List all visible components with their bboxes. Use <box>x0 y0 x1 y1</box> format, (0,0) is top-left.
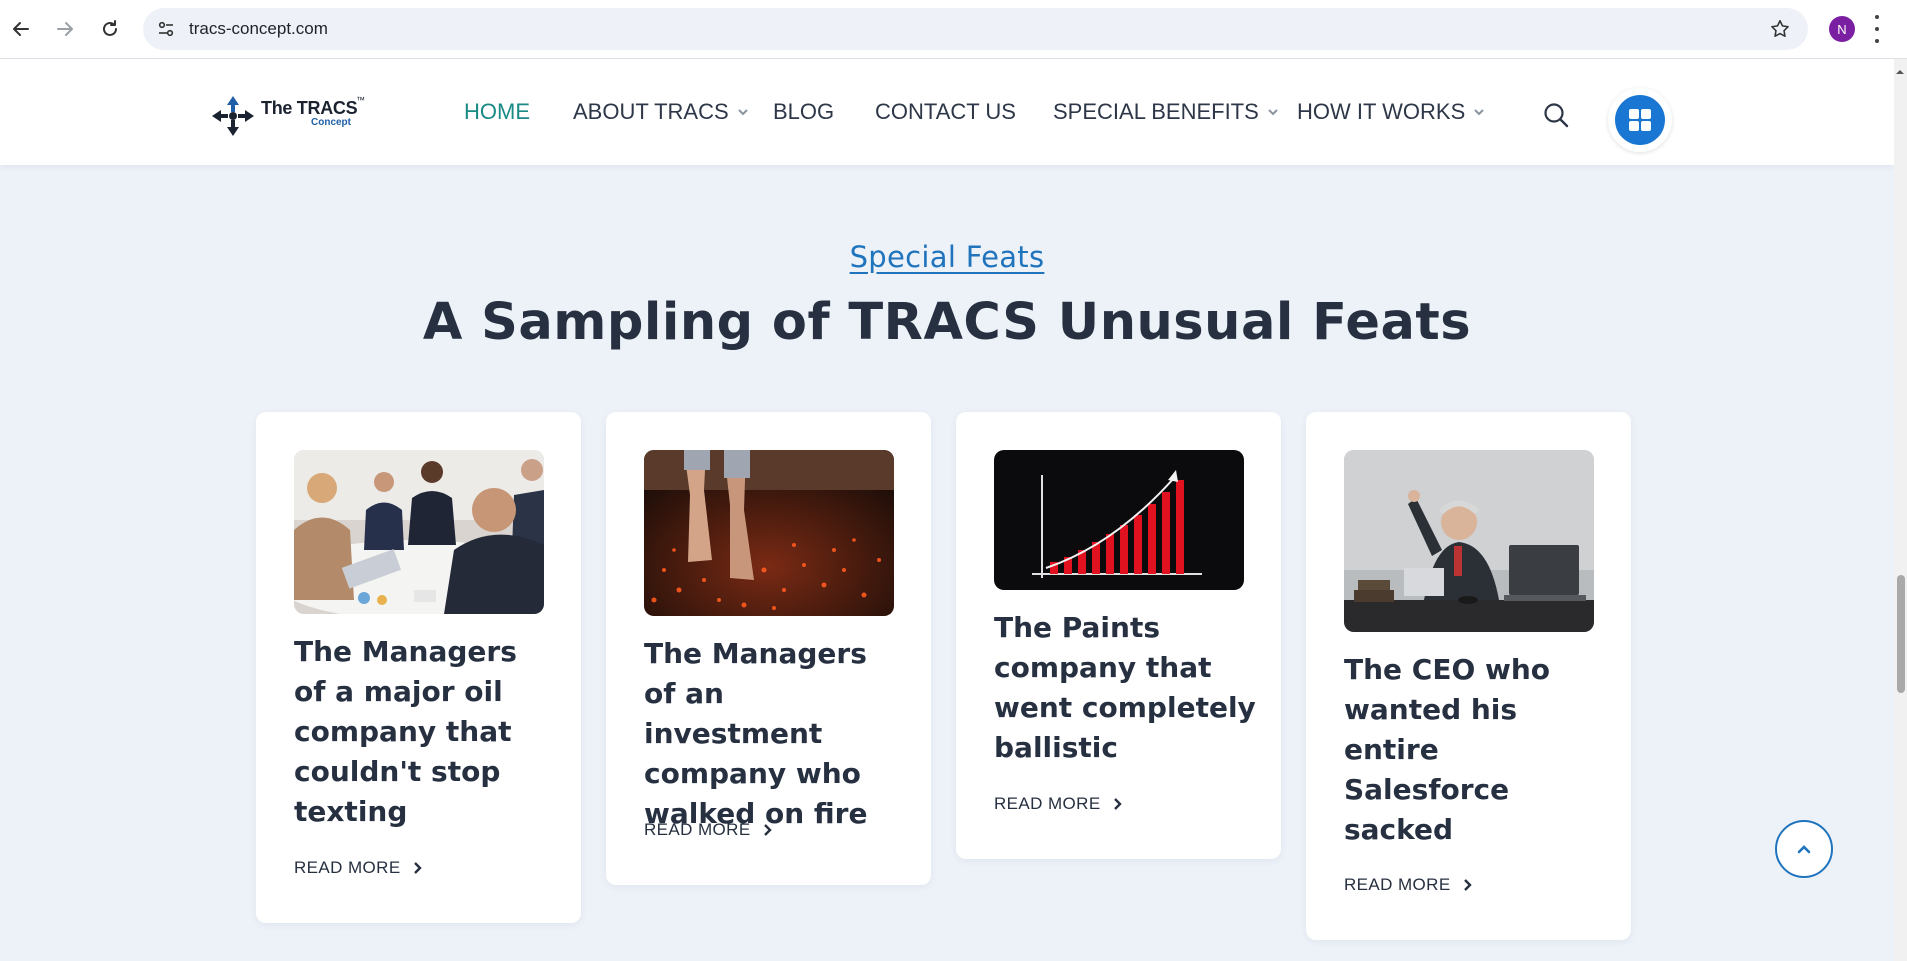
card-title-line: of a major oil <box>294 675 503 708</box>
card-title-line: couldn't stop <box>294 755 501 788</box>
nav-contact-us[interactable]: CONTACT US <box>875 99 1016 125</box>
chevron-right-icon <box>1463 878 1473 892</box>
card-title-line: The Paints <box>994 611 1161 644</box>
feat-card[interactable]: The Managers of an investment company wh… <box>606 412 931 885</box>
back-to-top-button[interactable] <box>1775 820 1833 878</box>
address-bar[interactable]: tracs-concept.com <box>143 8 1808 50</box>
nav-blog[interactable]: BLOG <box>773 99 834 125</box>
card-title-line: The Managers <box>644 637 867 670</box>
read-more-link[interactable]: READ MORE <box>294 858 423 878</box>
site-logo[interactable]: The TRACS ™ Concept <box>211 95 365 137</box>
profile-avatar[interactable]: N <box>1829 16 1855 42</box>
read-more-link[interactable]: READ MORE <box>994 794 1123 814</box>
scroll-up-arrow-icon[interactable] <box>1895 62 1905 74</box>
chevron-down-icon <box>737 106 749 118</box>
nav-about-tracs[interactable]: ABOUT TRACS <box>573 99 749 125</box>
read-more-link[interactable]: READ MORE <box>1344 875 1473 895</box>
nav-about-tracs-label: ABOUT TRACS <box>573 99 729 124</box>
bookmark-star-icon[interactable] <box>1768 17 1792 41</box>
firewalk-image[interactable] <box>644 450 894 616</box>
card-title-line: texting <box>294 795 408 828</box>
grid-icon <box>1615 95 1665 145</box>
read-more-label: READ MORE <box>994 794 1101 813</box>
business-meeting-image[interactable] <box>294 450 544 614</box>
card-title-line: The Managers <box>294 635 517 668</box>
card-title-line: The CEO who <box>1344 653 1551 686</box>
card-title-line: entire <box>1344 733 1439 766</box>
card-title-line: Salesforce <box>1344 773 1510 806</box>
site-header: The TRACS ™ Concept HOME ABOUT TRACS BLO… <box>0 59 1894 165</box>
nav-special-benefits-label: SPECIAL BENEFITS <box>1053 99 1259 124</box>
chevron-right-icon <box>413 861 423 875</box>
read-more-label: READ MORE <box>1344 875 1451 894</box>
card-title[interactable]: The Paints company that went completely … <box>994 608 1259 768</box>
apps-menu-button[interactable] <box>1608 88 1672 152</box>
chevron-right-icon <box>763 823 773 837</box>
feat-card[interactable]: The Paints company that went completely … <box>956 412 1281 859</box>
nav-how-it-works[interactable]: HOW IT WORKS <box>1297 99 1485 125</box>
card-title-line: company that <box>994 651 1212 684</box>
tracs-logo-icon <box>212 96 254 136</box>
card-title[interactable]: The CEO who wanted his entire Salesforce… <box>1344 650 1609 850</box>
url-text[interactable]: tracs-concept.com <box>189 19 328 39</box>
card-title[interactable]: The Managers of an investment company wh… <box>644 634 909 834</box>
section-title: A Sampling of TRACS Unusual Feats <box>422 293 1472 352</box>
read-more-label: READ MORE <box>644 820 751 839</box>
card-title-line: company that <box>294 715 512 748</box>
reload-icon[interactable] <box>95 14 125 44</box>
chevron-down-icon <box>1267 106 1279 118</box>
nav-home-label: HOME <box>464 99 530 124</box>
card-title-line: of an investment <box>644 677 823 750</box>
feat-card[interactable]: The CEO who wanted his entire Salesforce… <box>1306 412 1631 940</box>
card-title-line: sacked <box>1344 813 1454 846</box>
scrollbar-thumb[interactable] <box>1897 575 1905 693</box>
browser-toolbar: tracs-concept.com N <box>0 0 1907 59</box>
logo-trademark: ™ <box>356 95 365 105</box>
site-info-icon[interactable] <box>155 18 177 40</box>
card-title-line: went completely <box>994 691 1256 724</box>
page-scrollbar[interactable] <box>1894 59 1907 961</box>
forward-icon[interactable] <box>50 14 80 44</box>
nav-home[interactable]: HOME <box>464 99 530 125</box>
read-more-label: READ MORE <box>294 858 401 877</box>
section-eyebrow-link[interactable]: Special Feats <box>0 240 1894 274</box>
chevron-down-icon <box>1473 106 1485 118</box>
read-more-link[interactable]: READ MORE <box>644 820 773 840</box>
nav-blog-label: BLOG <box>773 99 835 124</box>
card-title[interactable]: The Managers of a major oil company that… <box>294 632 559 832</box>
feat-card[interactable]: The Managers of a major oil company that… <box>256 412 581 923</box>
logo-wordmark: The TRACS <box>261 98 358 118</box>
rising-chart-image[interactable] <box>994 450 1244 590</box>
nav-special-benefits[interactable]: SPECIAL BENEFITS <box>1053 99 1279 125</box>
search-icon[interactable] <box>1542 101 1570 129</box>
chevron-up-icon <box>1797 845 1811 854</box>
angry-executive-image[interactable] <box>1344 450 1594 632</box>
card-title-line: ballistic <box>994 731 1118 764</box>
browser-menu-icon[interactable] <box>1872 15 1882 43</box>
card-title-line: wanted his <box>1344 693 1518 726</box>
logo-subtitle: Concept <box>311 117 351 128</box>
back-icon[interactable] <box>6 14 36 44</box>
nav-how-it-works-label: HOW IT WORKS <box>1297 99 1466 124</box>
card-title-line: company who <box>644 757 861 790</box>
nav-contact-us-label: CONTACT US <box>875 99 1016 124</box>
chevron-right-icon <box>1113 797 1123 811</box>
